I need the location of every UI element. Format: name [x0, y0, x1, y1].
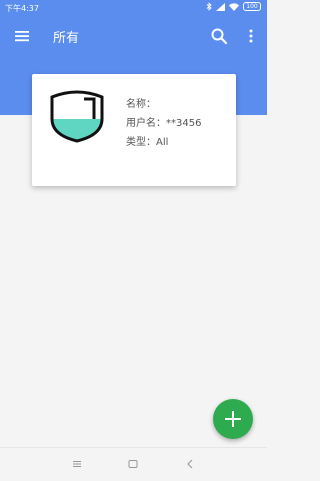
add-entry-button[interactable]	[213, 399, 253, 439]
page-title: 所有	[53, 31, 80, 46]
entry-username-row: 用户名：**3456	[126, 114, 201, 133]
signal-icon	[216, 2, 225, 11]
entry-username-label: 用户名：	[126, 118, 166, 129]
entry-type-row: 类型：All	[126, 133, 201, 152]
nav-back-icon[interactable]	[184, 458, 196, 470]
shield-logo-icon	[50, 90, 104, 143]
nav-home-icon[interactable]	[127, 458, 139, 470]
wifi-icon	[229, 2, 239, 11]
status-bar: 下午4:37 100	[0, 0, 267, 16]
more-vert-icon[interactable]	[243, 28, 259, 44]
status-icons: 100	[206, 2, 261, 11]
entry-username-value: **3456	[166, 118, 202, 129]
status-time: 下午4:37	[5, 4, 39, 13]
nav-menu-icon[interactable]	[71, 458, 83, 470]
entry-type-label: 类型：	[126, 137, 156, 148]
entry-name-row: 名称：	[126, 95, 201, 114]
bluetooth-icon	[206, 2, 212, 11]
entry-name-label: 名称：	[126, 99, 156, 110]
entry-details: 名称： 用户名：**3456 类型：All	[126, 95, 201, 152]
app-bar: 所有	[0, 16, 267, 56]
system-nav-bar	[0, 447, 267, 481]
password-entry-card[interactable]: 名称： 用户名：**3456 类型：All	[32, 74, 236, 186]
search-icon[interactable]	[210, 27, 228, 45]
menu-icon[interactable]	[14, 28, 30, 44]
plus-icon	[225, 411, 241, 427]
entry-type-value: All	[156, 137, 169, 148]
battery-indicator: 100	[243, 2, 261, 11]
